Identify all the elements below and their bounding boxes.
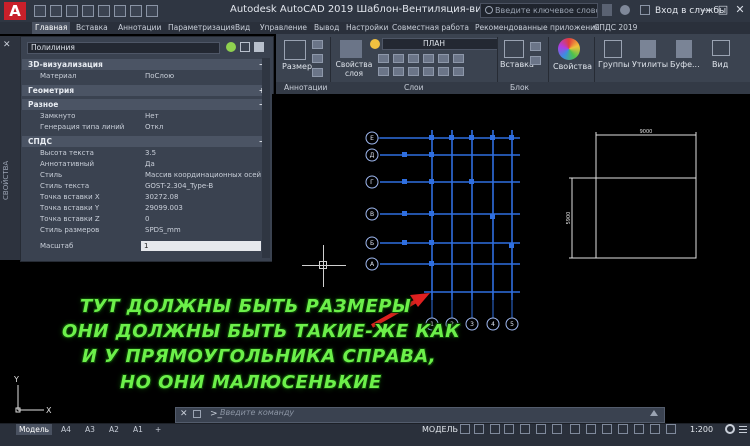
model-space-toggle[interactable]: МОДЕЛЬ [422,425,458,434]
layout-tab-a1[interactable]: A1 [130,424,146,435]
axis-label-row: Д [370,152,375,159]
ortho-icon[interactable] [490,424,500,434]
grid-icon[interactable] [460,424,470,434]
axis-label-row: Е [370,135,374,142]
snap-icon[interactable] [474,424,484,434]
axis-label-row: В [370,211,374,218]
ucs-y-label: Y [13,375,19,384]
axis-label-row: Б [370,240,374,247]
layout-tab-a4[interactable]: A4 [58,424,74,435]
chevron-up-icon[interactable] [650,410,658,416]
axis-label-col: 5 [510,321,514,328]
layout-tab-a2[interactable]: A2 [106,424,122,435]
3d-osnap-icon[interactable] [618,424,628,434]
axis-grid [380,130,520,300]
reference-rectangle [569,132,697,259]
auto-scale-icon[interactable] [666,424,676,434]
hamburger-menu-icon[interactable] [739,425,747,433]
rect-dimension-left: 5900 [566,212,572,225]
pickbox-cursor [319,261,327,269]
ucs-icon [15,385,44,413]
add-layout-button[interactable]: + [152,424,164,435]
annotation-line: И У ПРЯМОУГОЛЬНИКА СПРАВА, [82,346,437,367]
dynamic-ucs-icon[interactable] [634,424,644,434]
layout-tab-a3[interactable]: A3 [82,424,98,435]
command-input[interactable]: Введите команду [220,408,294,417]
rect-dimension-top: 9000 [640,129,653,135]
ucs-x-label: X [46,406,52,415]
gear-icon[interactable] [725,424,735,434]
polar-icon[interactable] [504,424,514,434]
lineweight-icon[interactable] [570,424,580,434]
object-snap-tracking-icon[interactable] [536,424,546,434]
axis-label-row: Г [370,179,374,186]
annotation-line: ТУТ ДОЛЖНЫ БЫТЬ РАЗМЕРЫ [80,296,412,317]
annotation-line: НО ОНИ МАЛЮСЕНЬКИЕ [120,372,382,393]
axis-bubble-leaders [378,137,513,318]
customize-icon[interactable] [193,410,201,418]
axis-label-col: 4 [491,321,495,328]
annotation-line: ОНИ ДОЛЖНЫ БЫТЬ ТАКИЕ-ЖЕ КАК [62,321,461,342]
selection-cycling-icon[interactable] [602,424,612,434]
object-snap-icon[interactable] [552,424,562,434]
isodraft-icon[interactable] [520,424,530,434]
annotation-scale[interactable]: 1:200 [690,425,713,434]
close-icon[interactable]: ✕ [180,409,188,419]
layout-tab-model[interactable]: Модель [16,424,53,435]
annotation-visibility-icon[interactable] [650,424,660,434]
transparency-icon[interactable] [586,424,596,434]
axis-label-col: 3 [470,321,474,328]
